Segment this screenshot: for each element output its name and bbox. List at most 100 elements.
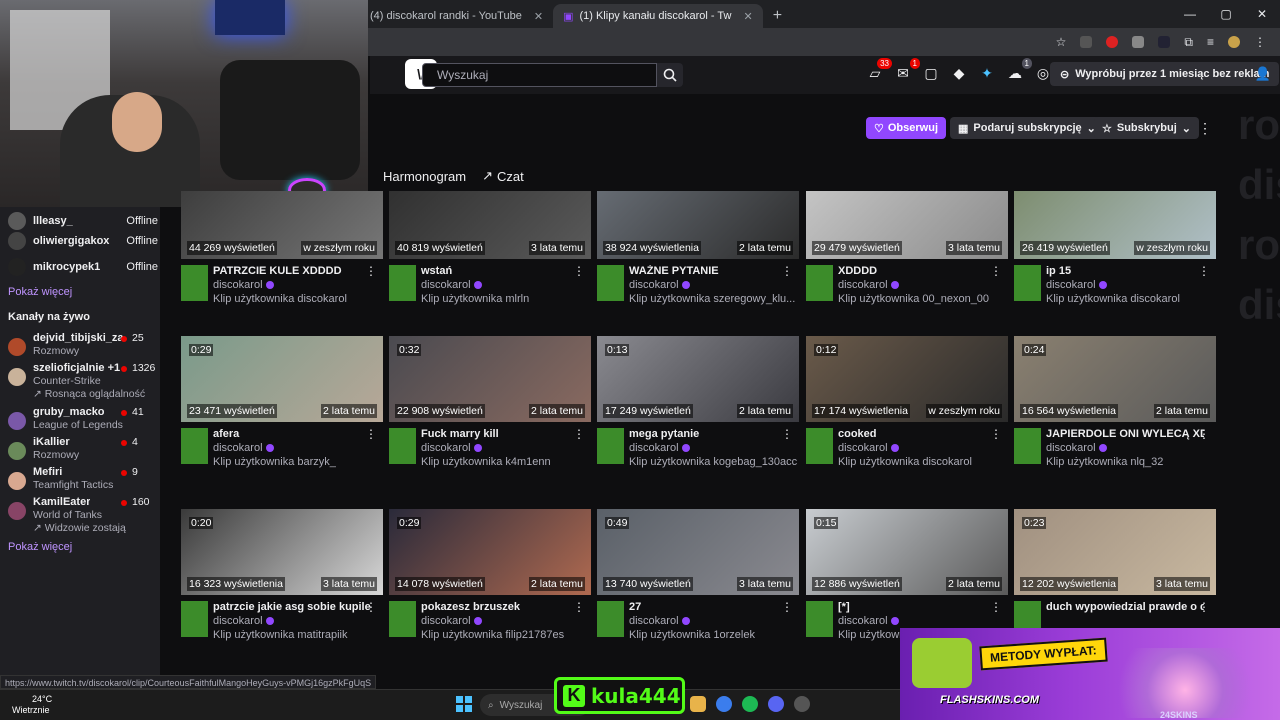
sidebar-item-live[interactable]: dejvid_tibijski_za... Rozmowy 25 (8, 332, 158, 362)
clip-channel[interactable]: discokarol (1046, 279, 1107, 291)
whispers-button[interactable]: ▢ (920, 62, 942, 84)
clip-card[interactable]: 0:12 17 174 wyświetlenia w zeszłym roku coo… (806, 336, 1008, 496)
clip-thumbnail[interactable]: 0:20 16 323 wyświetlenia 3 lata temu (181, 509, 383, 595)
sidebar-item-live[interactable]: szelioficjalnie +1 Counter-Strike ↗ Rosn… (8, 362, 158, 404)
category-box-art[interactable] (389, 601, 416, 637)
clip-title[interactable]: XDDDD (838, 265, 996, 277)
clip-thumbnail[interactable]: 26 419 wyświetleń w zeszłym roku (1014, 191, 1216, 259)
gift-sub-button[interactable]: ▦ Podaruj subskrypcję ⌄ (950, 117, 1104, 139)
sidebar-item-oliwiergigakox[interactable]: oliwiergigakox Offline (8, 228, 158, 254)
inbox-button[interactable]: ✉ 1 (892, 58, 920, 84)
clip-author[interactable]: Klip użytkownika kogebag_130acc (629, 456, 797, 468)
folder-icon[interactable] (690, 696, 706, 712)
clip-channel[interactable]: discokarol (629, 442, 690, 454)
category-box-art[interactable] (806, 428, 833, 464)
profile-avatar-icon[interactable] (1228, 36, 1240, 48)
category-box-art[interactable] (181, 265, 208, 301)
clip-author[interactable]: Klip użytkownika szeregowy_klu... (629, 293, 797, 305)
clip-title[interactable]: PATRZCIE KULE XDDDD (213, 265, 371, 277)
clip-title[interactable]: cooked (838, 428, 996, 440)
clip-card[interactable]: 29 479 wyświetleń 3 lata temu XDDDD discoka… (806, 191, 1008, 333)
extensions-puzzle-icon[interactable]: ⧉ (1184, 35, 1193, 50)
clip-thumbnail[interactable]: 0:23 12 202 wyświetlenia 3 lata temu (1014, 509, 1216, 595)
clip-author[interactable]: Klip użytkownika nlq_32 (1046, 456, 1214, 468)
more-options-icon[interactable]: ⋮ (365, 600, 377, 614)
browser-tab-twitch[interactable]: ▣ (1) Klipy kanału discokarol - Tw ✕ (553, 4, 763, 28)
clip-author[interactable]: Klip użytkownika 1orzelek (629, 629, 797, 641)
category-box-art[interactable] (389, 265, 416, 301)
extension-icon[interactable] (1080, 36, 1093, 48)
category-box-art[interactable] (597, 428, 624, 464)
shield-icon[interactable] (1132, 36, 1145, 48)
clip-title[interactable]: Fuck marry kill (421, 428, 579, 440)
clip-thumbnail[interactable]: 0:13 17 249 wyświetleń 2 lata temu (597, 336, 799, 422)
show-more-link[interactable]: Pokaż więcej (8, 286, 72, 298)
discord-icon[interactable] (768, 696, 784, 712)
more-options-icon[interactable]: ⋮ (573, 264, 585, 278)
bits-button[interactable]: ◆ (948, 62, 970, 84)
extension-button[interactable]: ✦ (976, 62, 998, 84)
more-options-icon[interactable]: ⋮ (573, 600, 585, 614)
clip-author[interactable]: Klip użytkownika discokarol (1046, 293, 1214, 305)
more-options-icon[interactable]: ⋮ (781, 600, 793, 614)
clip-author[interactable]: Klip użytkownika filip21787es (421, 629, 589, 641)
clip-channel[interactable]: discokarol (421, 279, 482, 291)
activity-button[interactable]: ▱ 33 (864, 58, 892, 84)
clip-title[interactable]: JAPIERDOLE ONI WYLECĄ XDD... (1046, 428, 1204, 440)
clip-thumbnail[interactable]: 0:24 16 564 wyświetlenia 2 lata temu (1014, 336, 1216, 422)
category-box-art[interactable] (389, 428, 416, 464)
extension-icon[interactable] (1158, 36, 1171, 48)
category-box-art[interactable] (597, 601, 624, 637)
reading-list-icon[interactable]: ≡ (1207, 35, 1214, 49)
maximize-button[interactable]: ▢ (1208, 0, 1244, 28)
turbo-button[interactable]: ⊝ Wypróbuj przez 1 miesiąc bez reklam (1050, 62, 1280, 86)
search-input[interactable]: Wyszukaj (422, 63, 657, 87)
clip-card[interactable]: 44 269 wyświetleń w zeszłym roku PATRZCIE … (181, 191, 383, 333)
subscribe-button[interactable]: ☆ Subskrybuj ⌄ (1094, 117, 1199, 139)
spotify-icon[interactable] (742, 696, 758, 712)
clip-thumbnail[interactable]: 0:29 23 471 wyświetleń 2 lata temu (181, 336, 383, 422)
chrome-icon[interactable] (716, 696, 732, 712)
more-options-icon[interactable]: ⋮ (1198, 427, 1210, 441)
more-options-icon[interactable]: ⋮ (365, 264, 377, 278)
clip-title[interactable]: duch wypowiedzial prawde o da... (1046, 601, 1204, 613)
extension-icon[interactable] (1106, 36, 1119, 48)
more-options-icon[interactable]: ⋮ (990, 427, 1002, 441)
clip-thumbnail[interactable]: 0:15 12 886 wyświetleń 2 lata temu (806, 509, 1008, 595)
clip-channel[interactable]: discokarol (213, 442, 274, 454)
clip-card[interactable]: 0:29 14 078 wyświetleń 2 lata temu pokazesz… (389, 509, 591, 669)
category-box-art[interactable] (181, 601, 208, 637)
category-box-art[interactable] (806, 265, 833, 301)
show-more-link[interactable]: Pokaż więcej (8, 541, 72, 553)
clip-thumbnail[interactable]: 44 269 wyświetleń w zeszłym roku (181, 191, 383, 259)
clip-author[interactable]: Klip użytkownika k4m1enn (421, 456, 589, 468)
sidebar-item-live[interactable]: gruby_macko League of Legends 41 (8, 406, 158, 436)
more-options-icon[interactable]: ⋮ (573, 427, 585, 441)
clip-channel[interactable]: discokarol (1046, 442, 1107, 454)
clip-channel[interactable]: discokarol (213, 615, 274, 627)
clip-card[interactable]: 40 819 wyświetleń 3 lata temu wstań discoka… (389, 191, 591, 333)
clip-title[interactable]: mega pytanie (629, 428, 787, 440)
tab-schedule[interactable]: Harmonogram (383, 168, 466, 184)
weather-widget[interactable]: 24°C Wietrznie (12, 694, 52, 716)
minimize-button[interactable]: — (1172, 0, 1208, 28)
close-window-button[interactable]: ✕ (1244, 0, 1280, 28)
close-tab-icon[interactable]: ✕ (534, 10, 543, 23)
clip-author[interactable]: Klip użytkownika discokarol (838, 456, 1006, 468)
sidebar-item-mikrocypek1[interactable]: mikrocypek1 Offline (8, 254, 158, 280)
clip-title[interactable]: [*] (838, 601, 996, 613)
more-options-icon[interactable]: ⋮ (781, 427, 793, 441)
clip-thumbnail[interactable]: 29 479 wyświetleń 3 lata temu (806, 191, 1008, 259)
sidebar-item-live[interactable]: iKallier Rozmowy 4 (8, 436, 158, 466)
search-button[interactable] (657, 63, 683, 87)
category-box-art[interactable] (1014, 428, 1041, 464)
follow-button[interactable]: ♡ Obserwuj (866, 117, 946, 139)
clip-card[interactable]: 38 924 wyświetlenia 2 lata temu WAŻNE PYTA… (597, 191, 799, 333)
clip-author[interactable]: Klip użytkownika mlrln (421, 293, 589, 305)
sidebar-item-live[interactable]: Mefiri Teamfight Tactics 9 (8, 466, 158, 496)
clip-thumbnail[interactable]: 0:32 22 908 wyświetleń 2 lata temu (389, 336, 591, 422)
browser-menu-icon[interactable]: ⋮ (1254, 35, 1266, 49)
browser-tab-youtube[interactable]: (4) discokarol randki - YouTube ✕ (360, 4, 553, 28)
clip-author[interactable]: Klip użytkownika barzyk_ (213, 456, 381, 468)
clip-thumbnail[interactable]: 40 819 wyświetleń 3 lata temu (389, 191, 591, 259)
